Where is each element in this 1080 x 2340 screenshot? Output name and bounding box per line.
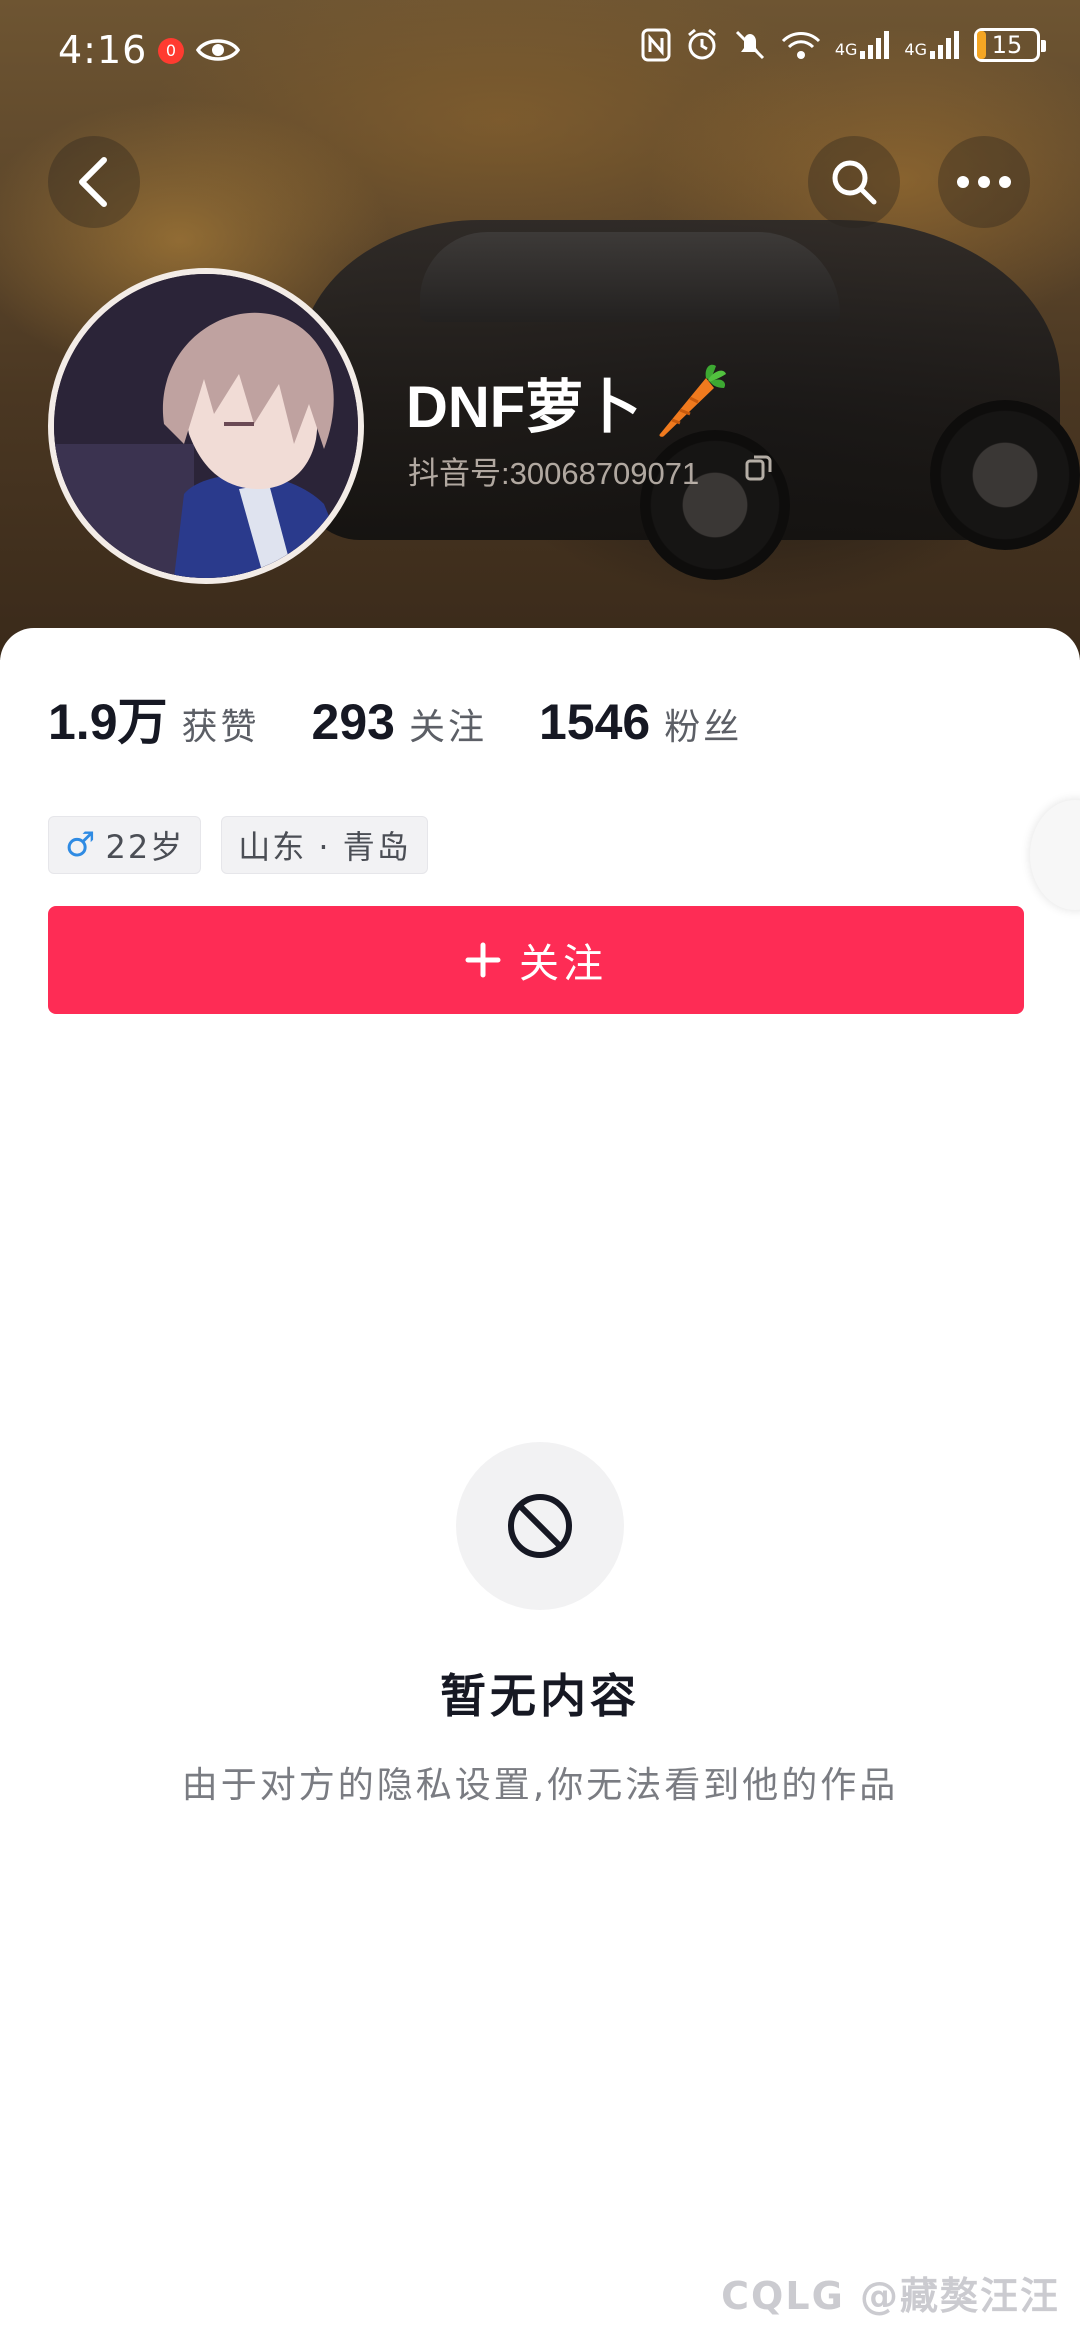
age-tag: ♂ 22岁 — [48, 816, 202, 874]
follow-label: 关注 — [519, 942, 607, 986]
empty-state-icon-wrap — [456, 1442, 624, 1610]
avatar-image — [54, 274, 358, 578]
copy-icon[interactable] — [744, 452, 774, 482]
eye-icon — [196, 39, 240, 61]
battery-indicator: 15 — [974, 28, 1046, 62]
stats-row: 1.9万 获赞 293 关注 1546 粉丝 — [48, 682, 794, 754]
status-bar: 4:16 0 4G 4G 15 — [0, 0, 1080, 100]
more-button[interactable] — [938, 136, 1030, 228]
stat-value: 1.9万 — [48, 694, 168, 750]
stat-value: 293 — [311, 694, 395, 750]
stat-value: 1546 — [538, 694, 651, 750]
follow-button[interactable]: 关注 — [48, 906, 1024, 1014]
signal-1: 4G — [835, 31, 891, 59]
location-text: 山东 · 青岛 — [238, 828, 411, 866]
status-time: 4:16 — [58, 28, 148, 72]
more-icon — [957, 176, 1011, 188]
stat-label: 关注 — [408, 707, 487, 748]
location-tag: 山东 · 青岛 — [221, 816, 428, 874]
stat-likes[interactable]: 1.9万 获赞 — [48, 682, 260, 754]
carrot-icon — [659, 364, 726, 437]
alarm-icon — [687, 28, 716, 60]
profile-tags: ♂ 22岁 山东 · 青岛 — [48, 816, 428, 874]
stat-following[interactable]: 293 关注 — [312, 693, 487, 751]
watermark: CQLG @藏獒汪汪 — [721, 2274, 1060, 2318]
male-icon: ♂ — [65, 825, 98, 865]
block-icon — [508, 1494, 572, 1558]
nfc-icon — [641, 28, 671, 62]
search-button[interactable] — [808, 136, 900, 228]
stat-label: 粉丝 — [664, 707, 743, 748]
age-text: 22岁 — [105, 828, 185, 866]
avatar[interactable] — [48, 268, 364, 584]
signal-2: 4G — [904, 31, 960, 59]
douyin-id: 抖音号:30068709071 — [408, 456, 700, 491]
plus-icon — [465, 942, 501, 978]
signal-icon — [930, 31, 959, 59]
stat-followers[interactable]: 1546 粉丝 — [539, 693, 742, 751]
wifi-icon — [781, 32, 820, 59]
notification-badge: 0 — [158, 38, 184, 64]
empty-state-description: 由于对方的隐私设置,你无法看到他的作品 — [181, 1765, 899, 1806]
chevron-left-icon — [79, 157, 107, 207]
nickname: DNF萝卜 — [406, 375, 642, 440]
search-icon — [832, 160, 877, 205]
mute-icon — [735, 30, 764, 60]
back-button[interactable] — [48, 136, 140, 228]
stat-label: 获赞 — [181, 707, 260, 748]
empty-state-title: 暂无内容 — [440, 1669, 640, 1723]
signal-icon — [860, 31, 890, 59]
